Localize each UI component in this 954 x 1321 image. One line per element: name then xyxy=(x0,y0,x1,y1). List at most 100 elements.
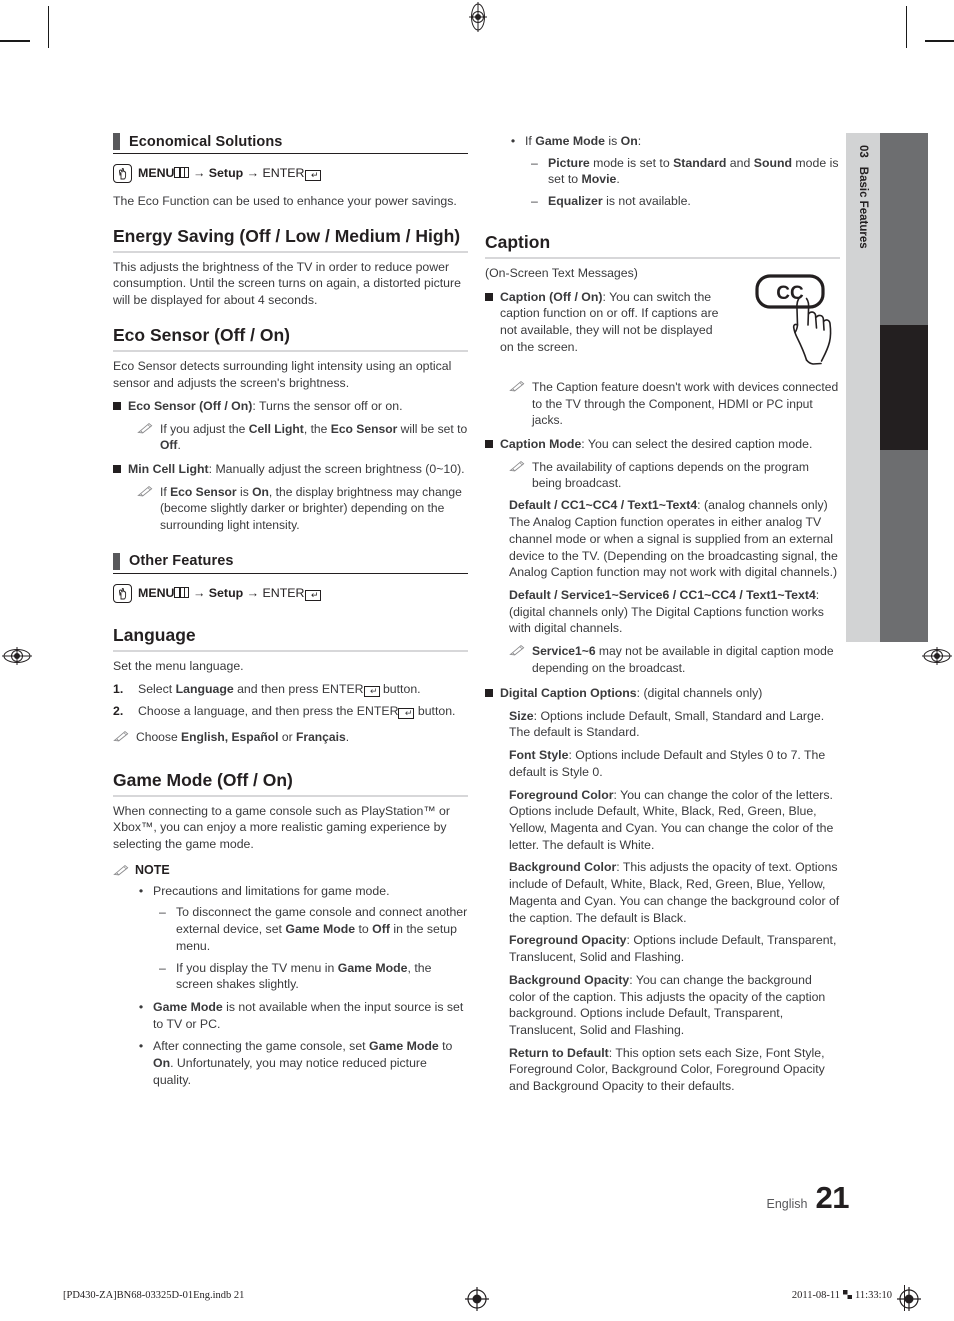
pencil-note-icon xyxy=(113,730,129,745)
enter-key-icon: ↵ xyxy=(304,589,321,601)
crop-mark-top-left-v xyxy=(48,6,49,48)
list-item: – Equalizer is not available. xyxy=(531,193,840,210)
pencil-note-icon xyxy=(509,644,525,676)
list-item: • After connecting the game console, set… xyxy=(137,1038,468,1088)
d-t2: Game Mode xyxy=(285,922,356,937)
language-body: Set the menu language. xyxy=(113,658,244,673)
step-t3: and then press ENTER xyxy=(233,681,364,696)
b-t2: Game Mode xyxy=(535,134,605,148)
note-text: The Caption feature doesn't work with de… xyxy=(532,380,839,428)
arrow-1: → xyxy=(192,166,206,180)
energy-saving-body: This adjusts the brightness of the TV in… xyxy=(113,259,461,308)
dco-title: Digital Caption Options xyxy=(500,686,637,700)
dash-icon: – xyxy=(159,960,166,975)
page-language-label: English xyxy=(766,1197,808,1211)
footer-timestamp: 2011-08-11 11:33:10 xyxy=(792,1290,892,1301)
return-to-default-title: Return to Default xyxy=(509,1045,609,1060)
band-title: Economical Solutions xyxy=(129,133,283,150)
heading-eco-sensor: Eco Sensor (Off / On) xyxy=(113,325,468,352)
d-t7: Movie xyxy=(581,172,617,187)
list-item: Caption Mode: You can select the desired… xyxy=(485,436,840,453)
manual-page: 03 Basic Features Economical Solutions M xyxy=(0,0,954,1321)
note-t5: will be set to xyxy=(397,422,468,437)
b-t5: : xyxy=(637,134,642,148)
list-item: Min Cell Light: Manually adjust the scre… xyxy=(113,461,468,478)
analog-caption-title: Default / CC1~CC4 / Text1~Text4 xyxy=(509,498,698,513)
checker-glyph-icon xyxy=(843,1290,853,1299)
heading-energy-saving: Energy Saving (Off / Low / Medium / High… xyxy=(113,226,468,253)
footer-date: 2011-08-11 xyxy=(791,1290,841,1301)
note-t2: English, Español xyxy=(181,730,279,745)
heading-language: Language xyxy=(113,625,468,652)
list-item: – If you display the TV menu in Game Mod… xyxy=(159,960,468,993)
menu-path-text: MENU → Setup → ENTER ↵ xyxy=(138,166,321,181)
font-style-paragraph: Font Style: Options include Default and … xyxy=(509,747,840,780)
note-block-game-mode: NOTE • Precautions and limitations for g… xyxy=(113,863,468,1089)
arrow-2: → xyxy=(246,166,260,180)
note-item: The availability of captions depends on … xyxy=(509,459,840,492)
side-tab-chapter-number: 03 xyxy=(857,145,869,158)
background-opacity-title: Background Opacity xyxy=(509,972,630,987)
hand-pointer-icon xyxy=(113,583,132,603)
pencil-note-icon xyxy=(509,460,525,492)
note-t2: Cell Light xyxy=(248,422,304,437)
d-t8: . xyxy=(616,172,620,187)
note-t3: or xyxy=(278,730,296,745)
section-band-other-features: Other Features xyxy=(113,552,468,574)
enter-label: ENTER xyxy=(262,166,305,180)
registration-mark-right xyxy=(922,645,952,667)
b-t3: is xyxy=(604,134,621,148)
note-t5: . xyxy=(345,730,350,745)
b-t4: On xyxy=(620,134,638,148)
list-item: 1. Select Language and then press ENTER ↵… xyxy=(113,681,468,698)
heading-caption: Caption xyxy=(485,232,840,259)
note-t1: Service1~6 xyxy=(532,644,596,659)
arrow-1: → xyxy=(192,585,206,600)
note-item: If Eco Sensor is On, the display brightn… xyxy=(137,484,468,533)
dco-desc: : (digital channels only) xyxy=(636,686,763,700)
size-desc: : Options include Default, Small, Standa… xyxy=(509,708,825,740)
note-t1: If xyxy=(160,484,171,499)
bullet-icon: • xyxy=(138,1039,144,1054)
band-marker xyxy=(113,552,120,570)
enter-key-icon: ↵ xyxy=(363,685,380,697)
note-item: Service1~6 may not be available in digit… xyxy=(509,643,840,676)
note-label: NOTE xyxy=(135,862,170,877)
hand-pointer-icon xyxy=(113,164,132,183)
dash-icon: – xyxy=(531,155,538,170)
crop-mark-top-right-v xyxy=(906,6,907,48)
svg-text:CC: CC xyxy=(776,283,804,304)
note-t3: is xyxy=(236,484,253,499)
note-t2: Eco Sensor xyxy=(170,484,237,499)
step-t1: Choose a language, and then press the EN… xyxy=(138,704,399,719)
menu-path-text: MENU → Setup → ENTER ↵ xyxy=(138,586,321,601)
pencil-note-icon xyxy=(113,864,129,876)
list-item: Digital Caption Options: (digital channe… xyxy=(485,685,840,702)
b-t2: Game Mode xyxy=(369,1039,439,1054)
min-cell-light-title: Min Cell Light xyxy=(128,461,209,476)
eco-sensor-body: Eco Sensor detects surrounding light int… xyxy=(113,358,452,390)
section-band-economical-solutions: Economical Solutions xyxy=(113,133,468,154)
size-paragraph: Size: Options include Default, Small, St… xyxy=(509,708,840,741)
bullet-icon: • xyxy=(138,883,144,898)
bullet-icon: • xyxy=(510,134,516,148)
eco-intro-text: The Eco Function can be used to enhance … xyxy=(113,194,457,208)
font-style-title: Font Style xyxy=(509,748,569,763)
analog-caption-paragraph: Default / CC1~CC4 / Text1~Text4: (analog… xyxy=(509,497,840,581)
d-t4: and xyxy=(726,155,754,170)
footer-file-info: [PD430-ZA]BN68-03325D-01Eng.indb 21 xyxy=(63,1290,245,1301)
caption-mode-desc: : You can select the desired caption mod… xyxy=(581,436,813,451)
dash-icon: – xyxy=(159,905,166,920)
list-item: – To disconnect the game console and con… xyxy=(159,904,468,954)
background-color-paragraph: Background Color: This adjusts the opaci… xyxy=(509,859,840,926)
band-title: Other Features xyxy=(129,553,234,570)
footer-rule xyxy=(904,1285,905,1311)
pencil-note-icon xyxy=(137,485,153,533)
registration-mark-left xyxy=(2,645,32,667)
side-tab-chapter-title: Basic Features xyxy=(857,166,869,249)
game-mode-body: When connecting to a game console such a… xyxy=(113,803,450,851)
b-t1: Game Mode xyxy=(153,1000,223,1014)
list-item: • Game Mode is not available when the in… xyxy=(137,999,468,1032)
dash-icon: – xyxy=(531,194,538,209)
d-t5: Sound xyxy=(753,155,792,170)
